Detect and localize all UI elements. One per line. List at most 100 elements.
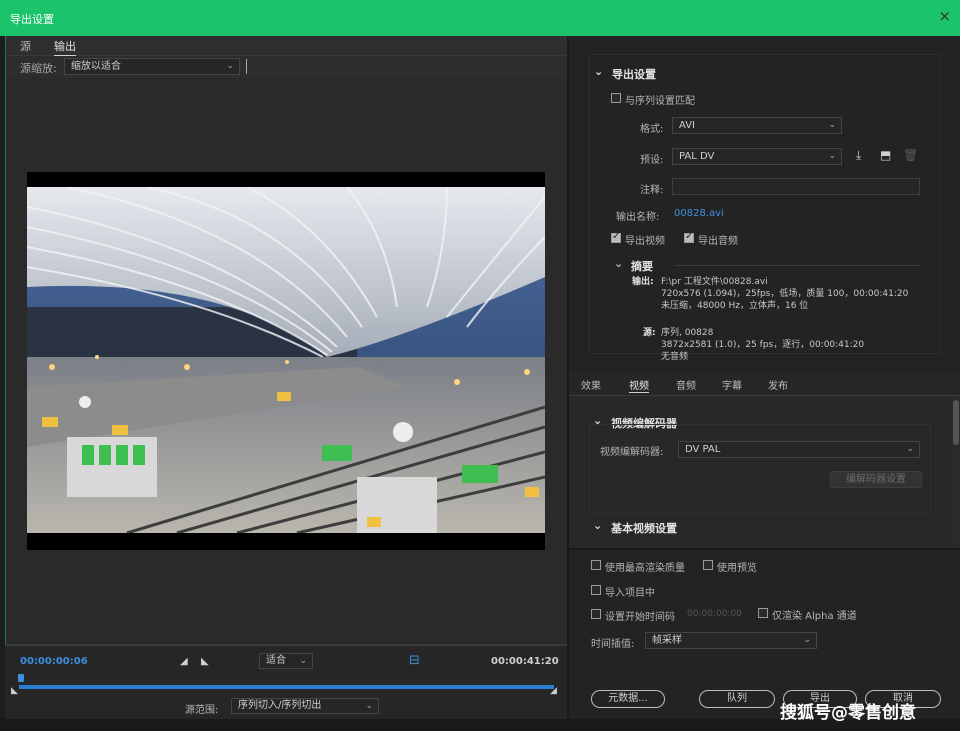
chevron-down-icon: ⌄ <box>828 151 836 161</box>
aspect-ratio-icon[interactable]: ⊟ <box>409 653 420 668</box>
title-bar: 导出设置 × <box>0 0 960 36</box>
match-sequence-checkbox[interactable] <box>611 93 621 103</box>
chevron-down-icon[interactable]: ⌄ <box>594 65 603 78</box>
in-point-icon[interactable]: ◣ <box>11 686 18 696</box>
video-codec-dropdown[interactable]: DV PAL ⌄ <box>678 441 920 458</box>
source-scale-label: 源缩放: <box>20 62 57 75</box>
codec-settings-button[interactable]: 编解码器设置 <box>830 471 922 488</box>
tab-video[interactable]: 视频 <box>629 377 649 393</box>
settings-scrollbar[interactable] <box>952 396 960 548</box>
delete-preset-icon[interactable]: 🗑 <box>903 148 918 162</box>
timeline-bar: 00:00:00:06 ◢ ◣ 适合 ⌄ ⊟ 00:00:41:20 ◣ ◢ 源… <box>5 644 567 719</box>
format-dropdown[interactable]: AVI ⌄ <box>672 117 842 134</box>
start-timecode-value: 00:00:00:00 <box>687 609 742 619</box>
tab-audio[interactable]: 音频 <box>676 377 696 392</box>
current-timecode[interactable]: 00:00:00:06 <box>20 656 88 667</box>
render-alpha-only-checkbox[interactable] <box>758 608 768 618</box>
tab-source[interactable]: 源 <box>20 38 31 54</box>
summary-source-line-2: 3872x2581 (1.0)，25 fps，逐行，00:00:41:20 <box>661 340 865 350</box>
match-sequence-label: 与序列设置匹配 <box>625 96 695 107</box>
export-video-checkbox[interactable] <box>611 231 621 243</box>
scrollbar-thumb[interactable] <box>953 400 959 445</box>
time-interpolation-label: 时间插值: <box>591 639 635 650</box>
comment-field[interactable] <box>672 178 920 195</box>
source-scale-dropdown[interactable]: 缩放以适合 ⌄ <box>64 58 240 75</box>
text-cursor <box>246 59 247 74</box>
summary-divider <box>674 265 920 266</box>
format-label: 格式: <box>640 124 664 135</box>
video-codec-panel: ⌄ 视频编解码器 视频编解码器: DV PAL ⌄ 编解码器设置 ⌄ 基本视频设… <box>569 396 960 548</box>
chevron-down-icon: ⌄ <box>365 701 373 711</box>
chevron-down-icon: ⌄ <box>906 444 914 454</box>
export-audio-label: 导出音频 <box>698 236 738 247</box>
summary-output-line-1: F:\pr 工程文件\00828.avi <box>661 277 768 287</box>
out-point-icon[interactable]: ◢ <box>550 686 557 696</box>
timeline-track[interactable] <box>19 685 554 689</box>
use-previews-label: 使用预览 <box>717 563 757 574</box>
format-value: AVI <box>679 120 695 131</box>
window-title: 导出设置 <box>10 13 54 26</box>
queue-button[interactable]: 队列 <box>699 690 775 708</box>
export-settings-section: ⌄ 导出设置 与序列设置匹配 格式: AVI ⌄ 预设: PAL DV ⌄ ⤓ … <box>589 54 941 362</box>
import-into-project-checkbox[interactable] <box>591 585 601 595</box>
video-preview <box>27 172 545 550</box>
render-options-panel: 使用最高渲染质量 使用预览 导入项目中 设置开始时间码 00:00:00:00 … <box>569 548 960 719</box>
chevron-down-icon[interactable]: ⌄ <box>614 257 623 270</box>
summary-output-line-3: 未压缩，48000 Hz，立体声，16 位 <box>661 301 809 311</box>
preset-dropdown[interactable]: PAL DV ⌄ <box>672 148 842 165</box>
chevron-down-icon: ⌄ <box>226 61 234 71</box>
render-alpha-only-label: 仅渲染 Alpha 通道 <box>772 611 857 622</box>
station-image <box>27 187 545 533</box>
chevron-down-icon[interactable]: ⌄ <box>593 519 602 532</box>
preset-label: 预设: <box>640 155 664 166</box>
comment-label: 注释: <box>640 185 664 196</box>
use-previews-checkbox[interactable] <box>703 560 713 570</box>
summary-output-label: 输出: <box>632 277 654 287</box>
summary-title: 摘要 <box>631 260 653 273</box>
summary-source-line-3: 无音频 <box>661 352 689 362</box>
source-range-value: 序列切入/序列切出 <box>238 700 322 711</box>
output-name-label: 输出名称: <box>616 212 660 223</box>
summary-output-line-2: 720x576 (1.094)，25fps，低场，质量 100，00:00:41… <box>661 289 909 299</box>
preview-tabs: 源 输出 <box>6 36 568 56</box>
source-range-label: 源范围: <box>185 705 219 716</box>
fit-dropdown[interactable]: 适合 ⌄ <box>259 653 313 669</box>
source-scale-row: 源缩放: 缩放以适合 ⌄ <box>6 56 568 78</box>
close-icon[interactable]: × <box>938 9 951 24</box>
chevron-down-icon: ⌄ <box>803 635 811 645</box>
playhead-handle[interactable] <box>17 674 24 682</box>
export-audio-checkbox[interactable] <box>684 231 694 243</box>
max-render-quality-checkbox[interactable] <box>591 560 601 570</box>
tab-captions[interactable]: 字幕 <box>722 377 742 392</box>
preset-value: PAL DV <box>679 151 715 162</box>
mark-in-icon[interactable]: ◢ <box>180 656 188 667</box>
settings-tabs: 效果 视频 音频 字幕 发布 <box>569 372 960 396</box>
tab-publish[interactable]: 发布 <box>768 377 788 392</box>
summary-source-line-1: 序列, 00828 <box>661 328 714 338</box>
export-video-label: 导出视频 <box>625 236 665 247</box>
video-codec-label: 视频编解码器: <box>600 447 664 458</box>
source-preview-panel: 源 输出 源缩放: 缩放以适合 ⌄ <box>5 36 568 719</box>
save-preset-icon[interactable]: ⤓ <box>856 148 861 163</box>
mark-out-icon[interactable]: ◣ <box>201 656 209 667</box>
watermark-text: 搜狐号@零售创意 <box>780 703 916 723</box>
time-interpolation-value: 帧采样 <box>652 635 682 646</box>
tab-output[interactable]: 输出 <box>54 38 76 56</box>
source-range-dropdown[interactable]: 序列切入/序列切出 ⌄ <box>231 698 379 714</box>
import-preset-icon[interactable]: ⬒ <box>880 148 891 162</box>
source-scale-value: 缩放以适合 <box>71 61 121 72</box>
video-codec-box: 视频编解码器: DV PAL ⌄ 编解码器设置 <box>589 424 931 514</box>
tab-effects[interactable]: 效果 <box>581 377 601 392</box>
chevron-down-icon: ⌄ <box>299 656 307 666</box>
metadata-button[interactable]: 元数据... <box>591 690 665 708</box>
export-settings-title: 导出设置 <box>612 68 656 81</box>
time-interpolation-dropdown[interactable]: 帧采样 ⌄ <box>645 632 817 649</box>
export-settings-panel: ⌄ 导出设置 与序列设置匹配 格式: AVI ⌄ 预设: PAL DV ⌄ ⤓ … <box>567 36 960 719</box>
end-timecode: 00:00:41:20 <box>491 656 559 667</box>
output-name-link[interactable]: 00828.avi <box>674 208 724 219</box>
basic-video-settings-title: 基本视频设置 <box>611 522 677 535</box>
summary-source-label: 源: <box>643 328 656 338</box>
fit-value: 适合 <box>266 655 286 666</box>
set-start-timecode-checkbox[interactable] <box>591 609 601 619</box>
import-into-project-label: 导入项目中 <box>605 588 655 599</box>
